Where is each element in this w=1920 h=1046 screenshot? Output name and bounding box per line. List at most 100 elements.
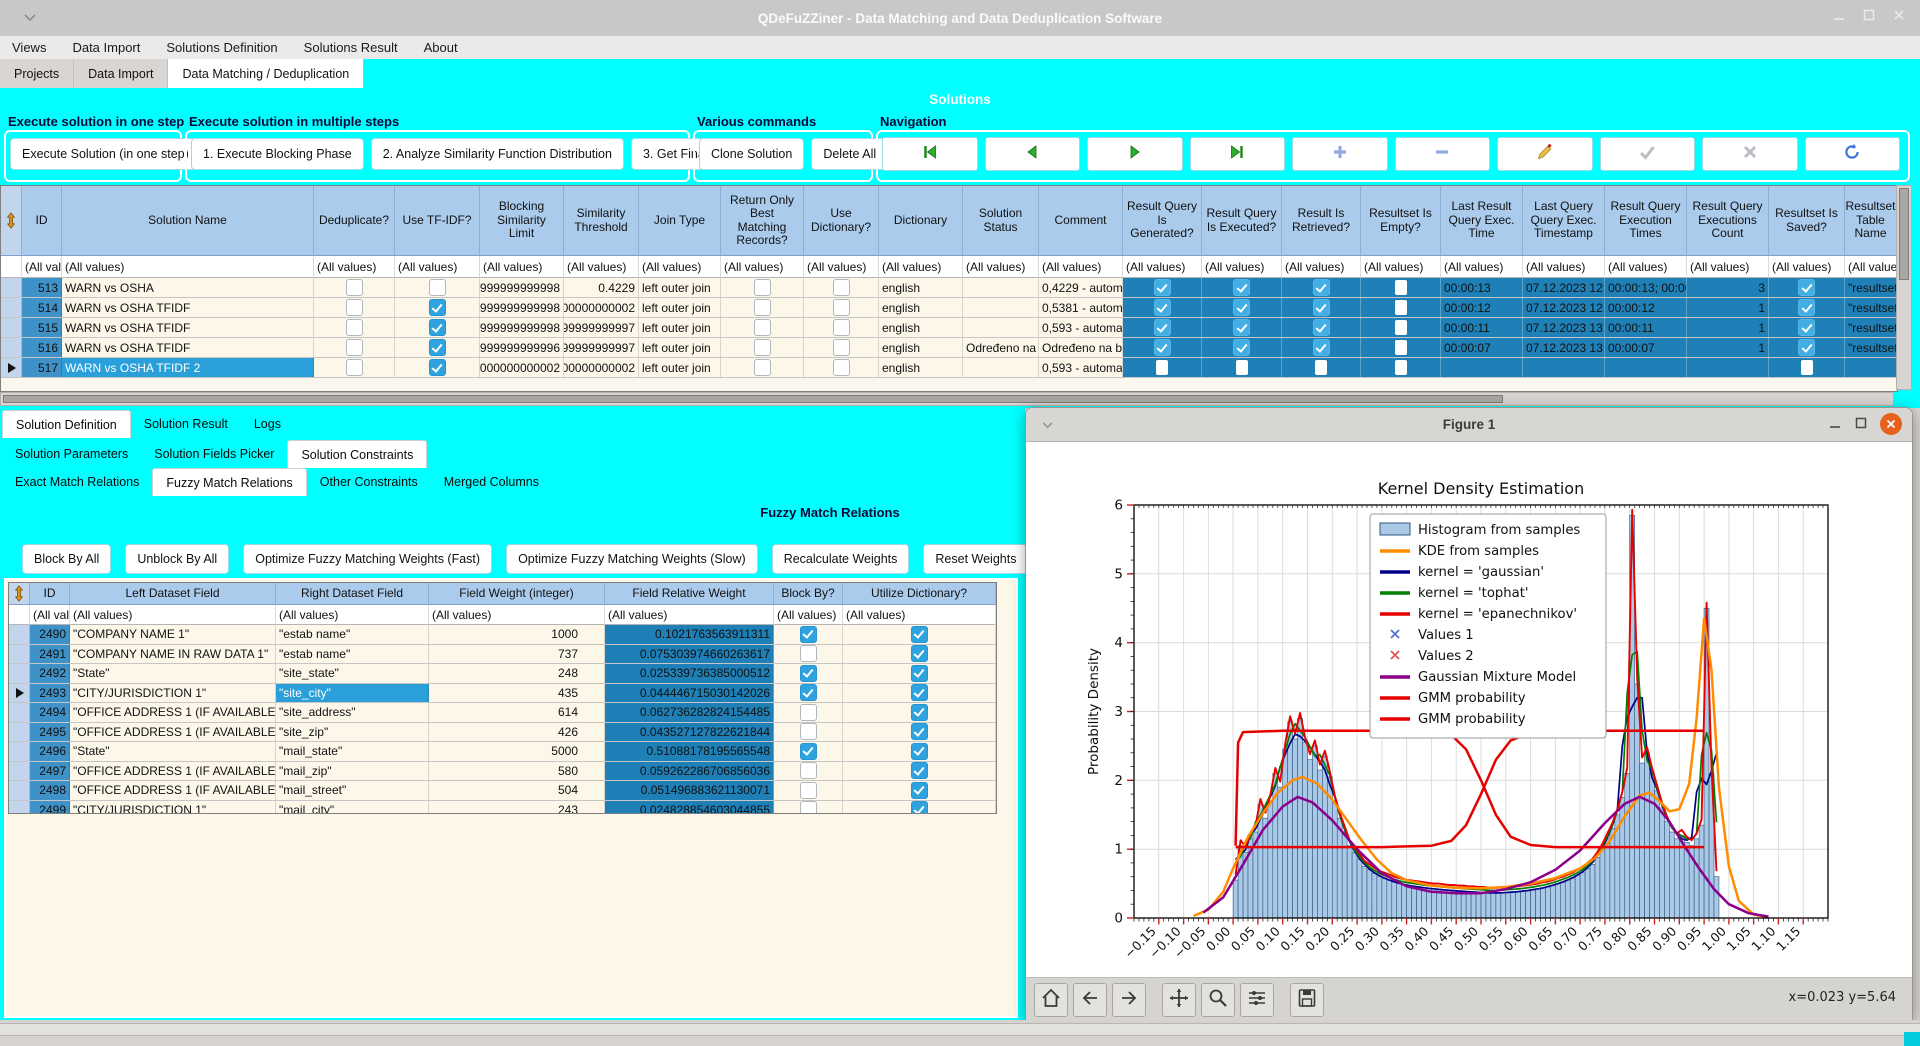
nav-last-button[interactable]	[1190, 137, 1286, 171]
cell-dict[interactable]	[843, 762, 996, 781]
cell-exec_count[interactable]	[1687, 358, 1769, 377]
tab-data-import[interactable]: Data Import	[74, 59, 168, 88]
cell-comment[interactable]: 0,5381 - autom	[1039, 298, 1123, 317]
cell-dict[interactable]	[843, 781, 996, 800]
cell-dedup[interactable]	[314, 298, 395, 317]
cell-right[interactable]: "mail_city"	[276, 801, 429, 815]
cell-status[interactable]	[963, 298, 1039, 317]
cell-q_exec[interactable]	[1202, 318, 1282, 337]
checkbox[interactable]	[1154, 299, 1171, 316]
app-bottom-scroll-area[interactable]	[0, 1020, 1920, 1046]
filter-cell[interactable]: (All values)	[70, 605, 276, 625]
checkbox[interactable]	[754, 319, 771, 336]
cell-timestamp[interactable]: 07.12.2023 13:	[1523, 318, 1605, 337]
checkbox[interactable]	[911, 723, 928, 740]
cell-exec_time[interactable]: 00:00:07	[1441, 338, 1523, 357]
mpl-back-button[interactable]	[1073, 983, 1107, 1017]
row-gutter[interactable]	[9, 664, 30, 683]
cell-table[interactable]: "resultset 1	[1845, 298, 1897, 317]
cell-status[interactable]	[963, 318, 1039, 337]
cell-exec_count[interactable]: 1	[1687, 298, 1769, 317]
cell-table[interactable]	[1845, 358, 1897, 377]
cell-left[interactable]: "COMPANY NAME IN RAW DATA 1"	[70, 645, 276, 664]
checkbox[interactable]	[800, 801, 817, 814]
checkbox[interactable]	[1313, 299, 1330, 316]
cell-join[interactable]: left outer join	[639, 318, 721, 337]
column-header[interactable]: Result Query Is Executed?	[1202, 186, 1282, 256]
cell-left[interactable]: "State"	[70, 664, 276, 683]
checkbox[interactable]	[1315, 360, 1327, 375]
cell-id[interactable]: 2494	[30, 703, 70, 722]
column-header[interactable]: Resultset Table Name	[1845, 186, 1897, 256]
checkbox[interactable]	[800, 704, 817, 721]
filter-cell[interactable]: (All values)	[429, 605, 605, 625]
cell-right[interactable]: "mail_state"	[276, 742, 429, 761]
cell-timestamp[interactable]: 07.12.2023 12:	[1523, 298, 1605, 317]
nav-post-button[interactable]	[1600, 137, 1696, 171]
button-execute-solution-in-one-step-[interactable]: Execute Solution (in one step)	[10, 138, 201, 170]
grid-corner-updown-icon[interactable]	[9, 583, 30, 605]
column-header[interactable]: Blocking Similarity Limit	[480, 186, 564, 256]
cell-weight[interactable]: 1000	[429, 625, 605, 644]
cell-rel[interactable]: 0.1021763563911311	[605, 625, 774, 644]
checkbox[interactable]	[911, 665, 928, 682]
checkbox[interactable]	[800, 723, 817, 740]
tab-solution-result[interactable]: Solution Result	[131, 410, 241, 437]
column-header[interactable]: Return Only Best Matching Records?	[721, 186, 804, 256]
cell-empty[interactable]	[1361, 338, 1441, 357]
button-unblock-by-all[interactable]: Unblock By All	[125, 544, 229, 574]
cell-rel[interactable]: 0.044446715030142026	[605, 684, 774, 703]
tab-fuzzy-match-relations[interactable]: Fuzzy Match Relations	[152, 468, 306, 496]
cell-threshold[interactable]: 0.4229	[564, 278, 639, 297]
checkbox[interactable]	[754, 359, 771, 376]
cell-return_best[interactable]	[721, 318, 804, 337]
checkbox[interactable]	[1233, 279, 1250, 296]
cell-blocking[interactable]: 999999999998	[480, 298, 564, 317]
cell-comment[interactable]: 0,593 - automa	[1039, 318, 1123, 337]
cell-id[interactable]: 514	[22, 298, 62, 317]
cell-right[interactable]: "estab name"	[276, 625, 429, 644]
button-reset-weights[interactable]: Reset Weights	[923, 544, 1028, 574]
cell-right[interactable]: "site_zip"	[276, 723, 429, 742]
window-menu-chevron-icon[interactable]	[24, 10, 36, 25]
cell-block[interactable]	[774, 801, 843, 815]
cell-join[interactable]: left outer join	[639, 278, 721, 297]
filter-cell[interactable]: (All values)	[276, 605, 429, 625]
checkbox[interactable]	[911, 743, 928, 760]
checkbox[interactable]	[911, 762, 928, 779]
cell-id[interactable]: 2490	[30, 625, 70, 644]
row-gutter[interactable]	[9, 625, 30, 644]
close-icon[interactable]	[1892, 8, 1906, 25]
cell-blocking[interactable]: 999999999998	[480, 278, 564, 297]
filter-cell[interactable]: (All values)	[1441, 256, 1523, 278]
cell-q_gen[interactable]	[1123, 298, 1202, 317]
button-optimize-fuzzy-matching-weights-slow-[interactable]: Optimize Fuzzy Matching Weights (Slow)	[506, 544, 758, 574]
solutions-grid-hscrollbar[interactable]	[0, 392, 1894, 406]
figure-titlebar[interactable]: Figure 1	[1026, 408, 1912, 442]
checkbox[interactable]	[833, 359, 850, 376]
cell-exec_time[interactable]: 00:00:12	[1441, 298, 1523, 317]
checkbox[interactable]	[1233, 319, 1250, 336]
mpl-home-button[interactable]	[1034, 983, 1068, 1017]
cell-blocking[interactable]: 999999999996	[480, 338, 564, 357]
tab-exact-match-relations[interactable]: Exact Match Relations	[2, 468, 152, 495]
cell-saved[interactable]	[1769, 338, 1845, 357]
column-header[interactable]: Result Query Executions Count	[1687, 186, 1769, 256]
cell-join[interactable]: left outer join	[639, 298, 721, 317]
cell-exec_times[interactable]: 00:00:11	[1605, 318, 1687, 337]
solutions-grid-vscrollbar[interactable]	[1896, 185, 1912, 390]
column-header[interactable]: Solution Name	[62, 186, 314, 256]
cell-q_exec[interactable]	[1202, 298, 1282, 317]
cell-use_dict[interactable]	[804, 358, 879, 377]
cell-right[interactable]: "site_city"	[276, 684, 429, 703]
cell-left[interactable]: "OFFICE ADDRESS 1 (IF AVAILABLE)"	[70, 781, 276, 800]
nav-insert-button[interactable]	[1292, 137, 1388, 171]
cell-exec_count[interactable]: 1	[1687, 338, 1769, 357]
column-header[interactable]: Resultset Is Saved?	[1769, 186, 1845, 256]
column-header[interactable]: ID	[30, 583, 70, 605]
checkbox[interactable]	[754, 339, 771, 356]
cell-threshold[interactable]: 000000000002	[564, 298, 639, 317]
menu-item-solutions-result[interactable]: Solutions Result	[304, 40, 398, 55]
cell-q_gen[interactable]	[1123, 318, 1202, 337]
cell-q_gen[interactable]	[1123, 358, 1202, 377]
